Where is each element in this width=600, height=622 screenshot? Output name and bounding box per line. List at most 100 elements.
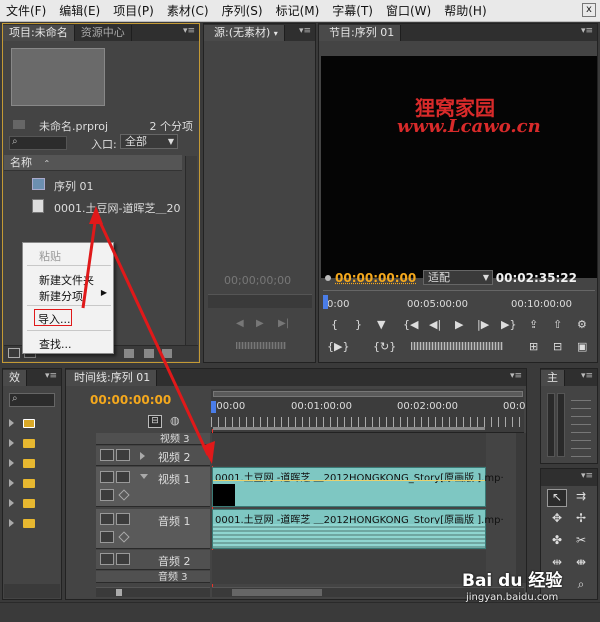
scroll-thumb[interactable] — [232, 589, 322, 596]
context-menu-paste[interactable]: 粘贴 — [39, 248, 61, 264]
context-menu-new-item[interactable]: 新建分项 — [39, 288, 83, 304]
keyframe-icon[interactable] — [118, 531, 130, 543]
go-to-in-icon[interactable]: {◀ — [403, 318, 418, 331]
folder-icon[interactable] — [23, 419, 35, 428]
menu-clip[interactable]: 素材(C) — [167, 2, 209, 19]
expand-arrow-icon[interactable] — [9, 439, 14, 447]
folder-icon[interactable] — [23, 499, 35, 508]
panel-menu-icon[interactable]: ▾≡ — [510, 371, 522, 381]
set-out-icon[interactable]: } — [355, 318, 362, 331]
menu-edit[interactable]: 编辑(E) — [59, 2, 100, 19]
keyframe-icon[interactable] — [118, 489, 130, 501]
expand-arrow-icon[interactable] — [140, 452, 145, 460]
tab-timeline[interactable]: 时间线:序列 01 — [66, 370, 158, 386]
marker-icon[interactable]: ▼ — [377, 318, 385, 331]
razor-tool-icon[interactable]: ✂ — [571, 533, 591, 551]
track-header-video2[interactable]: 视频 2 — [96, 446, 210, 466]
list-item-clip[interactable]: 0001.土豆网-道晖芝＿20 — [4, 196, 182, 216]
settings-icon[interactable]: ⚙ — [577, 318, 587, 331]
menu-sequence[interactable]: 序列(S) — [222, 2, 263, 19]
track-header-audio2[interactable]: 音频 2 — [96, 550, 210, 570]
jog-wheel[interactable] — [236, 342, 286, 349]
playhead-icon[interactable] — [211, 401, 216, 413]
folder-icon[interactable] — [23, 439, 35, 448]
panel-menu-icon[interactable]: ▾≡ — [581, 371, 593, 381]
panel-menu-icon[interactable]: ▾≡ — [299, 26, 311, 36]
trim-icon[interactable]: ⊞ — [529, 340, 538, 353]
go-to-out-icon[interactable]: ▶} — [501, 318, 516, 331]
context-menu-find[interactable]: 查找... — [39, 336, 72, 352]
panel-menu-icon[interactable]: ▾≡ — [45, 371, 57, 381]
zoom-handle[interactable] — [116, 589, 122, 596]
expand-arrow-icon[interactable] — [9, 479, 14, 487]
context-menu-import[interactable]: 导入... — [34, 309, 72, 326]
step-back-icon[interactable]: ◀| — [429, 318, 441, 331]
program-timecode-current[interactable]: 00:00:00:00 — [335, 271, 416, 285]
display-style-icon[interactable] — [100, 531, 114, 543]
timeline-ruler[interactable]: :00:00 00:01:00:00 00:02:00:00 00:0 — [211, 389, 525, 433]
speaker-icon[interactable] — [100, 553, 114, 565]
close-icon[interactable]: x — [582, 3, 596, 17]
marker-icon[interactable]: ◍ — [170, 414, 180, 427]
panel-menu-icon[interactable]: ▾≡ — [581, 471, 593, 481]
menu-help[interactable]: 帮助(H) — [444, 2, 486, 19]
loop-icon[interactable]: {↻} — [373, 340, 396, 353]
eye-icon[interactable] — [100, 449, 114, 461]
expand-arrow-icon[interactable] — [140, 474, 148, 483]
ripple-edit-tool-icon[interactable]: ✥ — [547, 511, 567, 529]
play-icon[interactable]: ▶ — [455, 318, 463, 331]
lock-icon[interactable] — [116, 553, 130, 565]
tab-master[interactable]: 主 — [541, 370, 565, 386]
expand-arrow-icon[interactable] — [9, 419, 14, 427]
track-header-video1[interactable]: 视频 1 — [96, 467, 210, 507]
name-column-header[interactable]: 名称 ⌃ — [4, 155, 182, 171]
speaker-icon[interactable] — [100, 513, 114, 525]
menu-project[interactable]: 项目(P) — [113, 2, 154, 19]
tab-program[interactable]: 节目:序列 01 — [319, 25, 402, 41]
play-icon[interactable]: ▶ — [256, 318, 264, 329]
menu-title[interactable]: 字幕(T) — [332, 2, 373, 19]
expand-arrow-icon[interactable] — [9, 519, 14, 527]
program-ruler[interactable]: 0:00 00:05:00:00 00:10:00:00 — [323, 290, 595, 312]
rolling-edit-tool-icon[interactable]: ✢ — [571, 511, 591, 529]
lock-icon[interactable] — [116, 471, 130, 483]
track-select-tool-icon[interactable]: ⇉ — [571, 489, 591, 507]
menu-window[interactable]: 窗口(W) — [386, 2, 431, 19]
search-field[interactable]: ⌕ — [9, 136, 67, 150]
list-view-icon[interactable] — [8, 348, 20, 358]
folder-icon[interactable] — [23, 479, 35, 488]
expand-arrow-icon[interactable] — [9, 459, 14, 467]
display-style-icon[interactable] — [100, 489, 114, 501]
scrollbar-vertical[interactable] — [516, 433, 526, 583]
folder-icon[interactable] — [23, 519, 35, 528]
step-forward-icon[interactable]: ▶| — [278, 318, 289, 329]
set-in-icon[interactable]: { — [331, 318, 338, 331]
timeline-timecode[interactable]: 00:00:00:00 — [90, 393, 171, 407]
new-bin-icon[interactable] — [124, 349, 134, 358]
play-in-to-out-icon[interactable]: {▶} — [327, 340, 349, 353]
video-clip[interactable]: 0001.土豆网 -道晖芝 ＿2012HONGKONG_Story[原画版 ].… — [212, 467, 504, 507]
timeline-zoom-slider[interactable] — [96, 587, 210, 597]
entry-select[interactable]: 全部 ▼ — [120, 134, 178, 149]
folder-icon[interactable] — [23, 459, 35, 468]
menu-file[interactable]: 文件(F) — [6, 2, 46, 19]
menu-marker[interactable]: 标记(M) — [276, 2, 320, 19]
rate-stretch-tool-icon[interactable]: ✤ — [547, 533, 567, 551]
snap-icon[interactable]: ⊟ — [148, 415, 162, 428]
audio-clip[interactable]: 0001.土豆网 -道晖芝 ＿2012HONGKONG_Story[原画版 ].… — [212, 509, 504, 549]
eye-icon[interactable] — [100, 471, 114, 483]
step-forward-icon[interactable]: |▶ — [477, 318, 489, 331]
lift-icon[interactable]: ⇪ — [529, 318, 538, 331]
source-scrubber[interactable] — [208, 294, 312, 308]
output-icon[interactable]: ▣ — [577, 340, 587, 353]
new-item-icon[interactable] — [144, 349, 154, 358]
fit-select[interactable]: 适配 ▼ — [423, 270, 493, 285]
work-area-bar[interactable] — [213, 427, 485, 430]
expand-arrow-icon[interactable] — [9, 499, 14, 507]
selection-tool-icon[interactable]: ↖ — [547, 489, 567, 507]
tab-resource-center[interactable]: 资源中心 — [75, 25, 132, 41]
tab-effects[interactable]: 效 — [3, 370, 27, 386]
lock-icon[interactable] — [116, 449, 130, 461]
track-header-audio3[interactable]: 音频 3 — [96, 571, 210, 583]
scrollbar-vertical[interactable] — [185, 156, 197, 346]
